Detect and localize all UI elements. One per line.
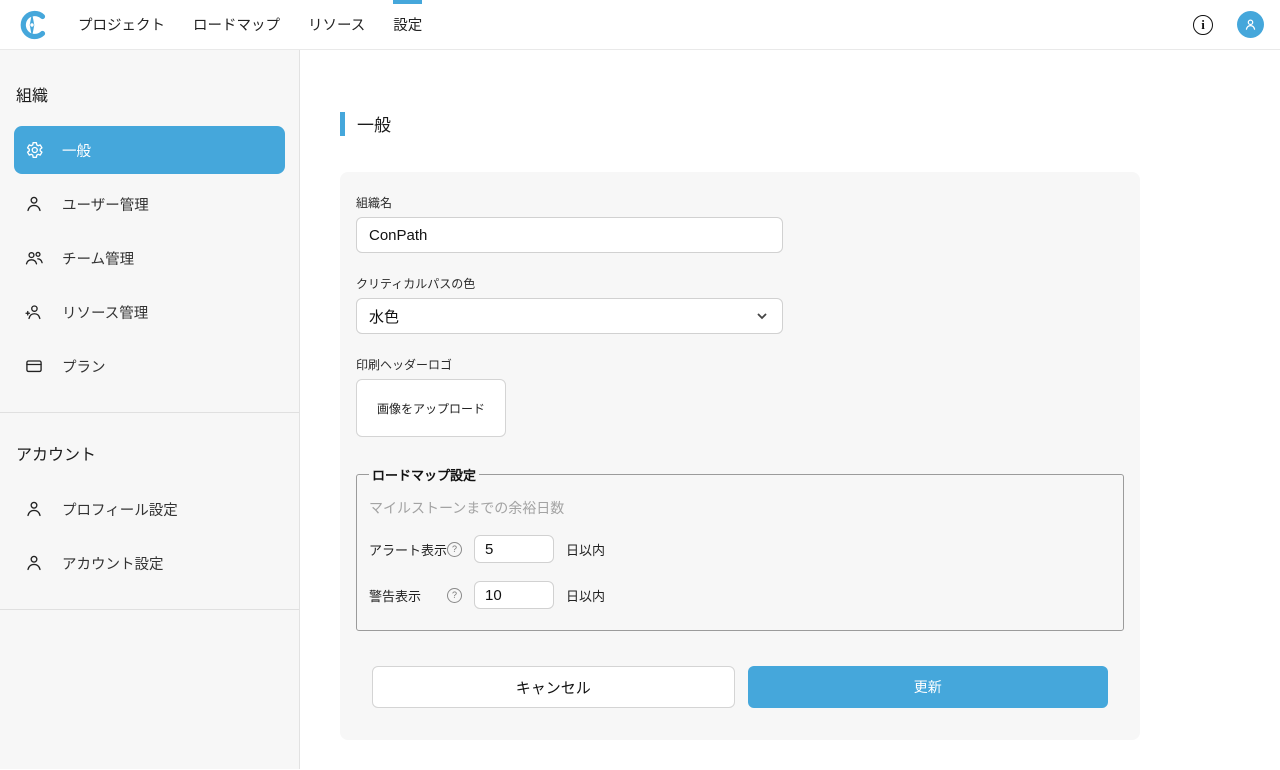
cancel-button[interactable]: キャンセル bbox=[372, 666, 735, 708]
update-button[interactable]: 更新 bbox=[748, 666, 1109, 708]
user-icon bbox=[24, 499, 44, 519]
nav-item-projects[interactable]: プロジェクト bbox=[78, 0, 165, 50]
sidebar-item-label: 一般 bbox=[62, 140, 91, 161]
help-icon[interactable]: ? bbox=[447, 542, 462, 557]
alert-days-input[interactable] bbox=[474, 535, 554, 563]
warning-display-row: 警告表示 ? 日以内 bbox=[369, 581, 1111, 609]
main-nav: プロジェクト ロードマップ リソース 設定 bbox=[78, 0, 422, 50]
sidebar-item-label: アカウント設定 bbox=[62, 553, 164, 574]
nav-item-settings[interactable]: 設定 bbox=[393, 0, 422, 50]
selected-color-value: 水色 bbox=[369, 306, 399, 327]
org-name-label: 組織名 bbox=[356, 194, 1124, 211]
sidebar-divider bbox=[0, 609, 299, 610]
gear-icon bbox=[24, 140, 44, 160]
nav-item-roadmap[interactable]: ロードマップ bbox=[193, 0, 280, 50]
credit-card-icon bbox=[24, 356, 44, 376]
alert-display-row: アラート表示 ? 日以内 bbox=[369, 535, 1111, 563]
nav-item-resources[interactable]: リソース bbox=[308, 0, 365, 50]
app-logo[interactable] bbox=[16, 7, 48, 43]
sidebar-item-label: リソース管理 bbox=[62, 302, 148, 323]
sidebar-item-label: プラン bbox=[62, 356, 106, 377]
info-icon[interactable]: i bbox=[1193, 15, 1213, 35]
sidebar-item-profile-settings[interactable]: プロフィール設定 bbox=[14, 485, 285, 533]
top-navbar: プロジェクト ロードマップ リソース 設定 i bbox=[0, 0, 1280, 50]
settings-sidebar: 組織 一般 ユーザー管理 チーム管理 bbox=[0, 50, 300, 769]
compass-logo-icon bbox=[16, 7, 48, 43]
alert-display-label: アラート表示 bbox=[369, 540, 447, 559]
sidebar-item-team-management[interactable]: チーム管理 bbox=[14, 234, 285, 282]
settings-main-panel: 一般 組織名 クリティカルパスの色 水色 印刷ヘッダーロゴ 画像をアップロード … bbox=[300, 50, 1280, 769]
warning-display-label: 警告表示 bbox=[369, 586, 447, 605]
sidebar-divider bbox=[0, 412, 299, 413]
sidebar-item-account-settings[interactable]: アカウント設定 bbox=[14, 539, 285, 587]
user-avatar[interactable] bbox=[1237, 11, 1264, 38]
org-name-input[interactable] bbox=[356, 217, 783, 253]
upload-image-button[interactable]: 画像をアップロード bbox=[356, 379, 506, 437]
person-icon bbox=[1243, 17, 1258, 32]
page-title: 一般 bbox=[357, 111, 391, 136]
user-icon bbox=[24, 553, 44, 573]
print-header-logo-label: 印刷ヘッダーロゴ bbox=[356, 356, 1124, 373]
user-plus-icon bbox=[24, 302, 44, 322]
critical-path-color-label: クリティカルパスの色 bbox=[356, 275, 1124, 292]
milestone-margin-hint: マイルストーンまでの余裕日数 bbox=[369, 498, 1111, 518]
sidebar-item-user-management[interactable]: ユーザー管理 bbox=[14, 180, 285, 228]
team-icon bbox=[24, 248, 44, 268]
sidebar-item-general[interactable]: 一般 bbox=[14, 126, 285, 174]
sidebar-heading-account: アカウント bbox=[16, 441, 285, 465]
general-settings-card: 組織名 クリティカルパスの色 水色 印刷ヘッダーロゴ 画像をアップロード ロード… bbox=[340, 172, 1140, 740]
sidebar-item-plan[interactable]: プラン bbox=[14, 342, 285, 390]
sidebar-item-label: チーム管理 bbox=[62, 248, 134, 269]
chevron-down-icon bbox=[756, 310, 768, 322]
critical-path-color-select[interactable]: 水色 bbox=[356, 298, 783, 334]
sidebar-item-resource-management[interactable]: リソース管理 bbox=[14, 288, 285, 336]
help-icon[interactable]: ? bbox=[447, 588, 462, 603]
roadmap-settings-legend: ロードマップ設定 bbox=[369, 465, 479, 484]
sidebar-heading-organization: 組織 bbox=[16, 82, 285, 106]
warning-days-input[interactable] bbox=[474, 581, 554, 609]
sidebar-item-label: ユーザー管理 bbox=[62, 194, 149, 215]
sidebar-item-label: プロフィール設定 bbox=[62, 499, 178, 520]
roadmap-settings-fieldset: ロードマップ設定 マイルストーンまでの余裕日数 アラート表示 ? 日以内 警告表… bbox=[356, 465, 1124, 631]
user-icon bbox=[24, 194, 44, 214]
days-within-suffix: 日以内 bbox=[566, 586, 605, 605]
title-accent-bar bbox=[340, 112, 345, 136]
days-within-suffix: 日以内 bbox=[566, 540, 605, 559]
